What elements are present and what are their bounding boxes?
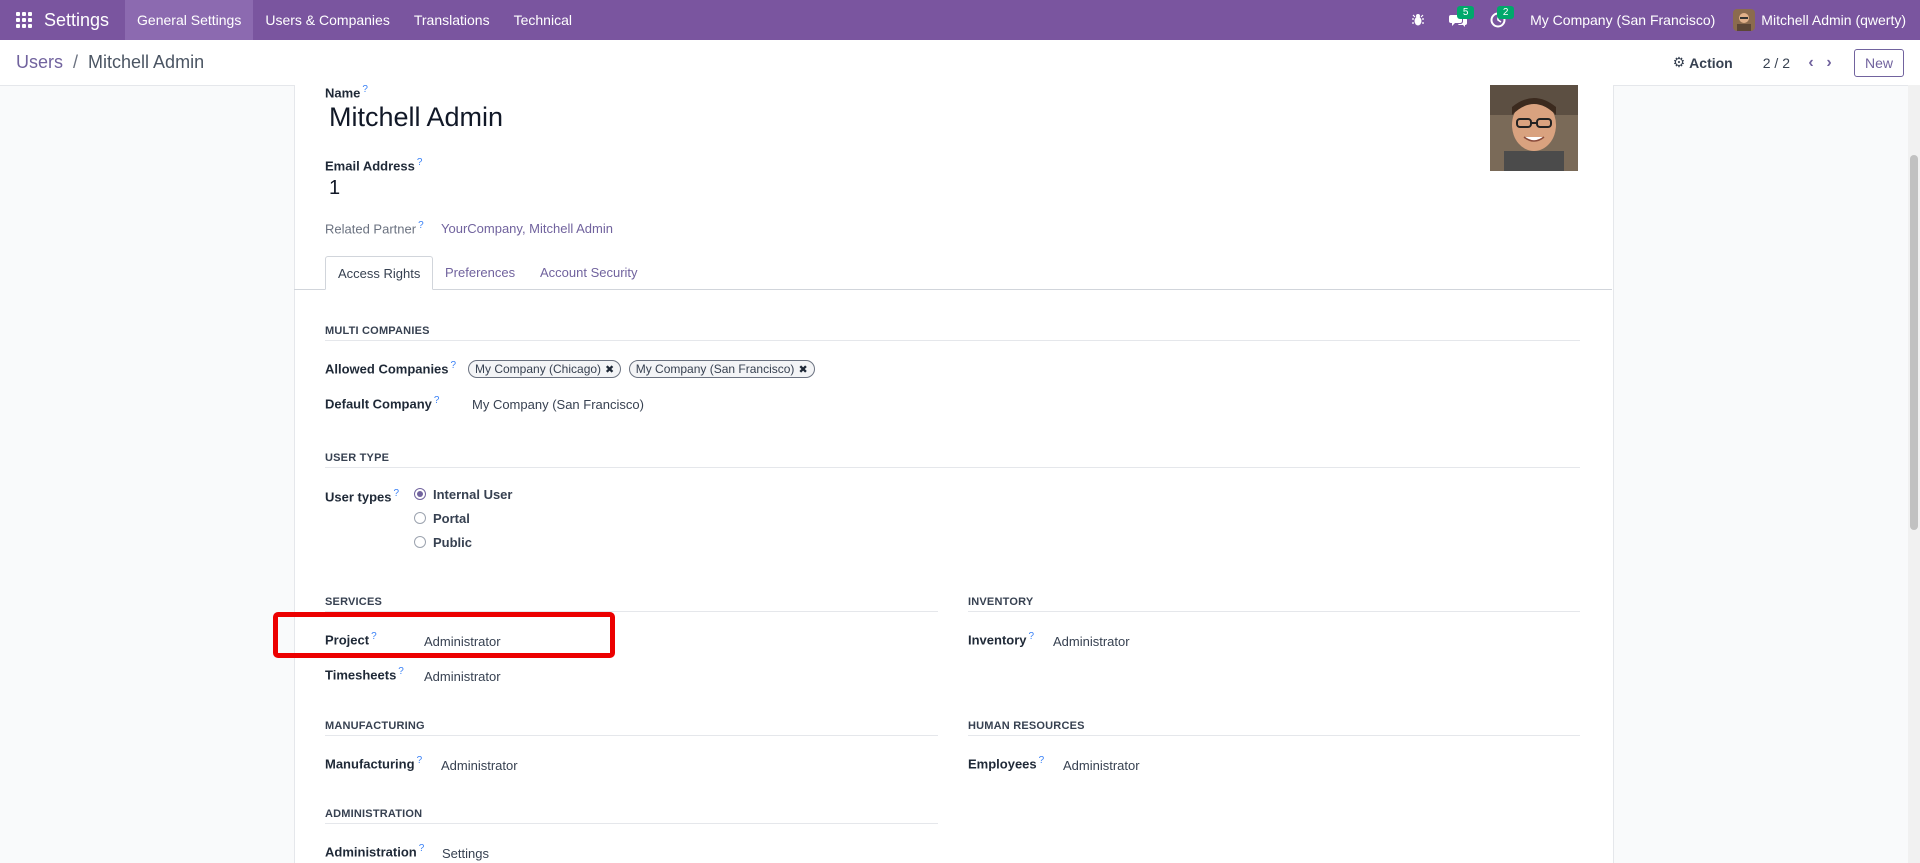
name-help-icon[interactable]: ? <box>362 84 368 95</box>
email-label: Email Address? <box>325 157 423 174</box>
breadcrumb: Users / Mitchell Admin <box>16 52 204 73</box>
new-button[interactable]: New <box>1853 48 1904 77</box>
remove-tag-icon[interactable]: ✖ <box>798 363 807 376</box>
employees-label: Employees? <box>968 755 1045 772</box>
scrollbar-thumb[interactable] <box>1910 155 1918 530</box>
menu-translations[interactable]: Translations <box>402 0 502 40</box>
apps-menu-icon[interactable] <box>4 0 44 40</box>
name-label: Name? <box>325 84 368 101</box>
action-label: Action <box>1689 54 1733 71</box>
user-types-label: User types? <box>325 488 400 505</box>
top-navbar: Settings General Settings Users & Compan… <box>0 0 1920 40</box>
radio-unchecked-icon[interactable] <box>414 512 426 524</box>
timesheets-label: Timesheets? <box>325 666 404 683</box>
form-tabs: Access Rights Preferences Account Securi… <box>294 256 1612 290</box>
pager-previous-icon[interactable]: ‹ <box>1802 54 1820 72</box>
allowed-companies-field[interactable]: My Company (Chicago) ✖ My Company (San Fr… <box>468 360 818 378</box>
section-divider <box>325 823 938 824</box>
company-tag-san-francisco: My Company (San Francisco) ✖ <box>628 360 815 378</box>
user-name: Mitchell Admin (qwerty) <box>1761 12 1906 28</box>
related-partner-link[interactable]: YourCompany, Mitchell Admin <box>441 221 613 236</box>
radio-portal[interactable]: Portal <box>414 506 512 530</box>
allowed-companies-label: Allowed Companies? <box>325 360 457 377</box>
highlight-box <box>273 612 615 658</box>
pager-value[interactable]: 2 / 2 <box>1763 55 1790 71</box>
timesheets-help-icon[interactable]: ? <box>398 666 404 677</box>
activities-badge: 2 <box>1497 6 1515 19</box>
section-manufacturing: MANUFACTURING <box>325 720 425 732</box>
section-divider <box>325 735 938 736</box>
related-partner-label: Related Partner? <box>325 220 424 237</box>
default-company-field[interactable]: My Company (San Francisco) <box>472 397 644 412</box>
manufacturing-field[interactable]: Administrator <box>441 758 518 773</box>
company-switcher[interactable]: My Company (San Francisco) <box>1518 12 1727 28</box>
remove-tag-icon[interactable]: ✖ <box>605 363 614 376</box>
default-company-help-icon[interactable]: ? <box>434 395 440 406</box>
control-panel: Users / Mitchell Admin ⚙ Action 2 / 2 ‹ … <box>0 40 1920 86</box>
manufacturing-help-icon[interactable]: ? <box>417 755 423 766</box>
name-field[interactable]: Mitchell Admin <box>329 102 503 133</box>
inventory-label: Inventory? <box>968 631 1035 648</box>
user-menu[interactable]: Mitchell Admin (qwerty) <box>1727 9 1920 31</box>
section-inventory: INVENTORY <box>968 596 1034 608</box>
allowed-companies-help-icon[interactable]: ? <box>451 360 457 371</box>
section-user-type: USER TYPE <box>325 452 390 464</box>
section-services: SERVICES <box>325 596 383 608</box>
section-divider <box>325 340 1580 341</box>
section-multi-companies: MULTI COMPANIES <box>325 325 430 337</box>
email-field[interactable]: 1 <box>329 177 340 200</box>
employees-field[interactable]: Administrator <box>1063 758 1140 773</box>
breadcrumb-users-link[interactable]: Users <box>16 52 63 73</box>
action-button[interactable]: ⚙ Action <box>1673 54 1733 71</box>
menu-technical[interactable]: Technical <box>502 0 584 40</box>
administration-field[interactable]: Settings <box>442 846 489 861</box>
section-divider <box>968 735 1580 736</box>
radio-internal-user[interactable]: Internal User <box>414 482 512 506</box>
messages-badge: 5 <box>1457 6 1475 19</box>
breadcrumb-separator: / <box>73 52 79 72</box>
inventory-help-icon[interactable]: ? <box>1029 631 1035 642</box>
administration-label: Administration? <box>325 843 425 860</box>
user-types-radio-group: Internal User Portal Public <box>414 482 512 554</box>
pager-next-icon[interactable]: › <box>1820 54 1838 72</box>
app-title[interactable]: Settings <box>44 10 109 31</box>
section-human-resources: HUMAN RESOURCES <box>968 720 1085 732</box>
company-tag-chicago: My Company (Chicago) ✖ <box>468 360 622 378</box>
user-types-help-icon[interactable]: ? <box>393 488 399 499</box>
manufacturing-label: Manufacturing? <box>325 755 423 772</box>
gear-icon: ⚙ <box>1672 54 1686 70</box>
menu-users-companies[interactable]: Users & Companies <box>253 0 402 40</box>
section-divider <box>325 467 1580 468</box>
section-administration: ADMINISTRATION <box>325 808 423 820</box>
timesheets-field[interactable]: Administrator <box>424 669 501 684</box>
messages-icon[interactable]: 5 <box>1438 0 1478 40</box>
employees-help-icon[interactable]: ? <box>1039 755 1045 766</box>
tab-preferences[interactable]: Preferences <box>433 256 527 288</box>
menu-general-settings[interactable]: General Settings <box>125 0 254 40</box>
debug-bug-icon[interactable] <box>1398 0 1438 40</box>
tab-account-security[interactable]: Account Security <box>528 256 650 288</box>
user-photo[interactable] <box>1490 85 1578 171</box>
tab-access-rights[interactable]: Access Rights <box>325 256 434 290</box>
activities-clock-icon[interactable]: 2 <box>1478 0 1518 40</box>
radio-unchecked-icon[interactable] <box>414 536 426 548</box>
section-divider <box>968 611 1580 612</box>
inventory-field[interactable]: Administrator <box>1053 634 1130 649</box>
email-help-icon[interactable]: ? <box>417 157 423 168</box>
administration-help-icon[interactable]: ? <box>419 843 425 854</box>
radio-checked-icon[interactable] <box>414 488 426 500</box>
form-sheet <box>294 85 1614 863</box>
default-company-label: Default Company? <box>325 395 440 412</box>
user-avatar <box>1733 9 1756 31</box>
radio-public[interactable]: Public <box>414 530 512 554</box>
partner-help-icon[interactable]: ? <box>418 220 424 231</box>
breadcrumb-current: Mitchell Admin <box>88 52 205 72</box>
